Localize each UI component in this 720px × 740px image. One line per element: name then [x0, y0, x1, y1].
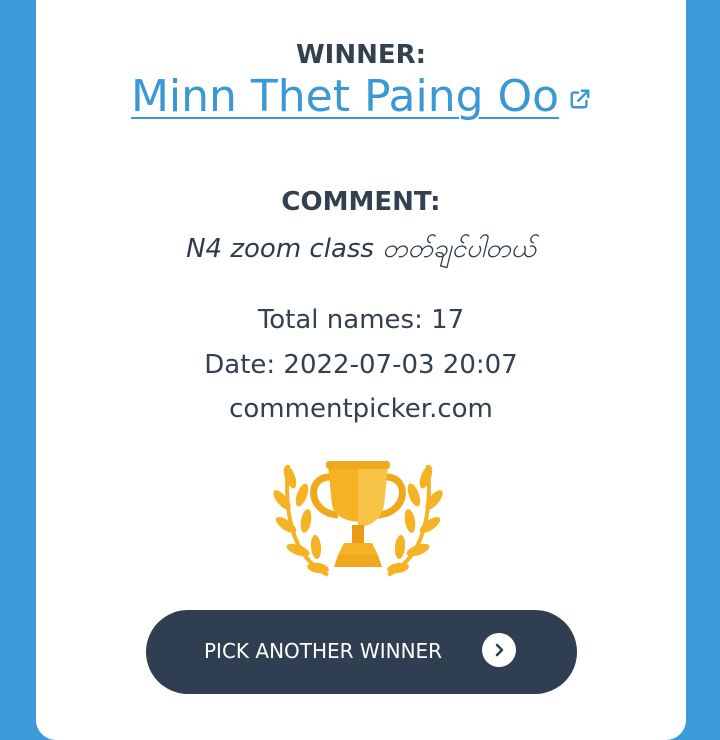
winner-name-link[interactable]: Minn Thet Paing Oo: [131, 71, 559, 122]
chevron-right-icon: [482, 633, 516, 667]
pick-another-winner-button[interactable]: PICK ANOTHER WINNER: [146, 610, 577, 694]
external-link-icon[interactable]: [569, 88, 591, 114]
comment-text: N4 zoom class တတ်ချင်ပါတယ်: [186, 234, 536, 264]
site-name: commentpicker.com: [229, 394, 493, 424]
draw-date: Date: 2022-07-03 20:07: [204, 350, 518, 380]
total-names: Total names: 17: [257, 305, 465, 335]
result-card: WINNER: Minn Thet Paing Oo COMMENT: N4 z…: [36, 0, 686, 740]
pick-another-winner-label: PICK ANOTHER WINNER: [204, 639, 443, 663]
trophy-icon: [268, 455, 448, 585]
winner-label: WINNER:: [295, 40, 427, 70]
winner-name-row: Minn Thet Paing Oo: [36, 71, 686, 122]
comment-label: COMMENT:: [281, 187, 441, 217]
